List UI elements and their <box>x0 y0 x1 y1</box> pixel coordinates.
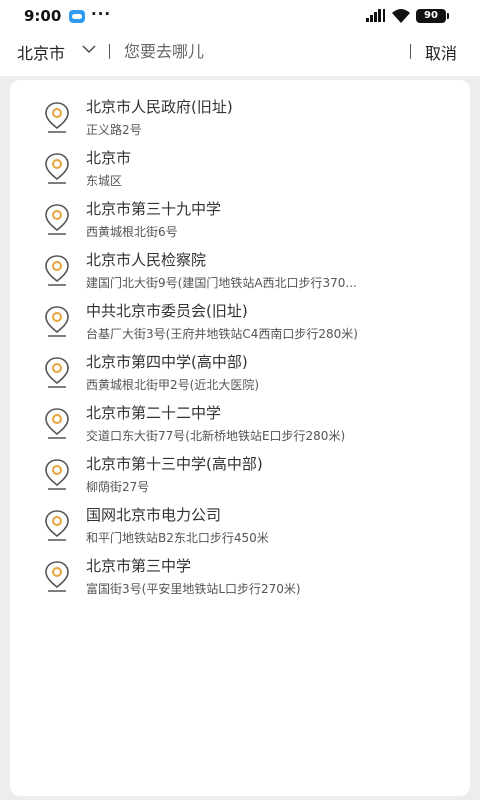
result-item[interactable]: 北京市 东城区 <box>10 143 470 193</box>
result-address: 正义路2号 <box>86 123 142 137</box>
result-name: 北京市第三十九中学 <box>86 200 222 218</box>
city-selector[interactable]: 北京市 <box>17 40 65 64</box>
result-name: 国网北京市电力公司 <box>86 506 222 524</box>
cloud-icon <box>69 10 85 23</box>
location-pin-icon <box>45 510 69 541</box>
more-notifications-indicator: ··· <box>91 5 112 23</box>
signal-icon <box>366 9 388 22</box>
wifi-icon <box>392 9 410 23</box>
location-pin-icon <box>45 408 69 439</box>
result-item[interactable]: 北京市人民检察院 建国门北大街9号(建国门地铁站A西北口步行370... <box>10 245 470 295</box>
result-item[interactable]: 国网北京市电力公司 和平门地铁站B2东北口步行450米 <box>10 500 470 550</box>
result-name: 北京市第四中学(高中部) <box>86 353 248 371</box>
divider <box>109 44 110 59</box>
result-address: 富国街3号(平安里地铁站L口步行270米) <box>86 582 301 596</box>
result-name: 北京市第十三中学(高中部) <box>86 455 263 473</box>
location-pin-icon <box>45 306 69 337</box>
location-pin-icon <box>45 153 69 184</box>
result-address: 交道口东大街77号(北新桥地铁站E口步行280米) <box>86 429 346 443</box>
result-name: 北京市 <box>86 149 132 167</box>
result-address: 和平门地铁站B2东北口步行450米 <box>86 531 269 545</box>
result-name: 北京市第三中学 <box>86 557 192 575</box>
results-list: 北京市人民政府(旧址) 正义路2号 北京市 东城区 北京市第三十九中学 西黄城根… <box>10 80 470 796</box>
location-pin-icon <box>45 561 69 592</box>
result-name: 中共北京市委员会(旧址) <box>86 302 248 320</box>
status-bar: 9:00 ··· 90 <box>0 0 480 32</box>
result-item[interactable]: 北京市第四中学(高中部) 西黄城根北街甲2号(近北大医院) <box>10 347 470 397</box>
location-pin-icon <box>45 102 69 133</box>
cancel-button[interactable]: 取消 <box>425 40 457 64</box>
result-name: 北京市人民检察院 <box>86 251 207 269</box>
result-item[interactable]: 北京市第十三中学(高中部) 柳荫街27号 <box>10 449 470 499</box>
status-time: 9:00 <box>24 7 62 25</box>
result-item[interactable]: 中共北京市委员会(旧址) 台基厂大街3号(王府井地铁站C4西南口步行280米) <box>10 296 470 346</box>
result-address: 柳荫街27号 <box>86 480 150 494</box>
result-address: 西黄城根北街甲2号(近北大医院) <box>86 378 259 392</box>
search-header: 北京市 取消 <box>0 34 480 68</box>
result-item[interactable]: 北京市第二十二中学 交道口东大街77号(北新桥地铁站E口步行280米) <box>10 398 470 448</box>
result-address: 西黄城根北街6号 <box>86 225 178 239</box>
divider <box>410 44 411 59</box>
location-pin-icon <box>45 357 69 388</box>
location-pin-icon <box>45 204 69 235</box>
chevron-down-icon[interactable] <box>82 44 96 54</box>
top-area: 9:00 ··· 90 北京市 取消 <box>0 0 480 76</box>
result-address: 东城区 <box>86 174 123 188</box>
location-pin-icon <box>45 255 69 286</box>
result-item[interactable]: 北京市人民政府(旧址) 正义路2号 <box>10 92 470 142</box>
result-address: 建国门北大街9号(建国门地铁站A西北口步行370... <box>86 276 357 290</box>
result-item[interactable]: 北京市第三中学 富国街3号(平安里地铁站L口步行270米) <box>10 551 470 601</box>
result-name: 北京市第二十二中学 <box>86 404 222 422</box>
result-item[interactable]: 北京市第三十九中学 西黄城根北街6号 <box>10 194 470 244</box>
result-address: 台基厂大街3号(王府井地铁站C4西南口步行280米) <box>86 327 358 341</box>
result-name: 北京市人民政府(旧址) <box>86 98 233 116</box>
destination-search-input[interactable] <box>124 36 394 66</box>
location-pin-icon <box>45 459 69 490</box>
battery-indicator: 90 <box>416 9 449 23</box>
